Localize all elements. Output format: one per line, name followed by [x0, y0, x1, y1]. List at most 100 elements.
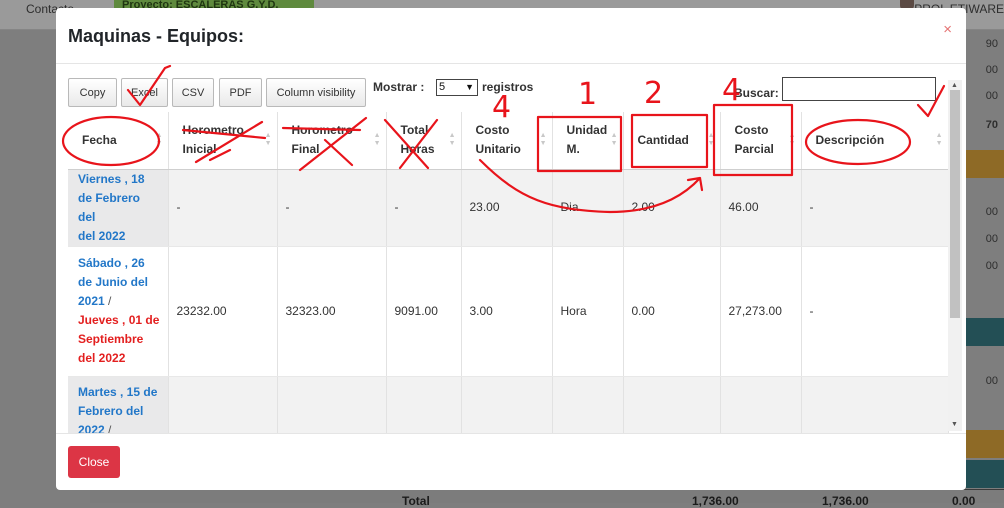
start-date: de Junio del: [78, 275, 149, 289]
background-value: 90: [985, 38, 998, 50]
total-horas-cell: -: [386, 169, 462, 247]
length-select[interactable]: 5 ▼: [436, 79, 478, 96]
modal-body: Copy Excel CSV PDF Column visibility Mos…: [56, 65, 966, 433]
descripcion-cell: -: [801, 246, 949, 377]
column-header-label: Costo: [734, 123, 769, 138]
horometro-inicial-cell: [168, 376, 278, 433]
background-value: 00: [985, 206, 998, 218]
scroll-up-icon[interactable]: ▲: [951, 82, 958, 89]
start-date: Febrero del: [78, 403, 144, 418]
background-teal-block: [966, 318, 1004, 346]
start-date: 2021: [78, 294, 105, 308]
column-header-cantidad[interactable]: Cantidad ▲ ▼: [623, 112, 721, 170]
column-header-label: Final: [291, 142, 320, 157]
search-input[interactable]: [782, 77, 936, 101]
close-button[interactable]: Close: [68, 446, 120, 478]
column-header-label: Horometro: [291, 123, 353, 138]
end-date: Jueves , 01 de: [78, 313, 160, 327]
sort-icon: ▲ ▼: [707, 132, 715, 148]
sort-icon: ▲ ▼: [448, 132, 456, 148]
background-total-label: Total: [402, 494, 430, 508]
horometro-inicial-cell: -: [168, 169, 278, 247]
background-value: 00: [985, 260, 998, 272]
column-header-descripcion[interactable]: Descripción ▲ ▼: [801, 112, 949, 170]
column-header-label: Parcial: [734, 142, 774, 157]
costo-parcial-cell: 27,273.00: [720, 246, 802, 377]
column-header-costo-unitario[interactable]: Costo Unitario ▲ ▼: [461, 112, 553, 170]
length-suffix: registros: [482, 80, 534, 94]
costo-parcial-cell: 46.00: [720, 169, 802, 247]
length-label: Mostrar :: [373, 80, 425, 94]
column-header-total-horas[interactable]: Total Horas ▲ ▼: [386, 112, 462, 170]
pdf-button[interactable]: PDF: [219, 78, 262, 107]
descripcion-cell: -: [801, 169, 949, 247]
background-total-row: Total 1,736.00 1,736.00 0.00: [90, 489, 1004, 508]
sort-icon: ▲ ▼: [373, 132, 381, 148]
column-header-horometro-final[interactable]: Horometro Final ▲ ▼: [277, 112, 387, 170]
modal-header: Maquinas - Equipos: ×: [56, 8, 966, 64]
excel-button[interactable]: Excel: [121, 78, 168, 107]
unidad-cell: [552, 376, 624, 433]
background-value: 00: [985, 90, 998, 102]
unidad-cell: Dia: [552, 169, 624, 247]
total-horas-cell: 9091.00: [386, 246, 462, 377]
sort-icon: ▲ ▼: [264, 132, 272, 148]
descripcion-cell: [801, 376, 949, 433]
scrollbar-thumb[interactable]: [950, 90, 960, 318]
cantidad-cell: 2.00: [623, 169, 721, 247]
table-scrollbar[interactable]: ▲ ▼: [948, 80, 962, 431]
maquinas-equipos-modal: Maquinas - Equipos: × Copy Excel CSV PDF…: [56, 8, 966, 490]
background-total-value: 1,736.00: [692, 494, 739, 508]
column-header-unidad[interactable]: Unidad M. ▲ ▼: [552, 112, 624, 170]
column-header-horometro-inicial[interactable]: Horometro Inicial ▲ ▼: [168, 112, 278, 170]
start-date: 2022: [78, 422, 105, 434]
sort-icon: ▲ ▼: [155, 132, 163, 148]
column-header-label: Cantidad: [637, 132, 689, 147]
start-date: de Febrero del: [78, 190, 141, 224]
csv-button[interactable]: CSV: [172, 78, 214, 107]
horometro-inicial-cell: 23232.00: [168, 246, 278, 377]
column-header-label: Descripción: [815, 132, 885, 147]
table-row[interactable]: Sábado , 26 de Junio del 2021 / Jueves ,…: [68, 246, 949, 377]
cantidad-cell: [623, 376, 721, 433]
costo-unitario-cell: [461, 376, 553, 433]
modal-footer: Close: [56, 433, 966, 490]
length-select-value: 5: [439, 81, 446, 93]
costo-unitario-cell: 3.00: [461, 246, 553, 377]
date-separator: /: [108, 294, 112, 308]
background-value: 00: [985, 64, 998, 76]
start-date: Martes , 15 de: [78, 384, 158, 399]
scroll-down-icon[interactable]: ▼: [951, 421, 958, 428]
column-header-costo-parcial[interactable]: Costo Parcial ▲ ▼: [720, 112, 802, 170]
column-visibility-button[interactable]: Column visibility: [266, 78, 366, 107]
column-header-label: M.: [566, 142, 580, 157]
date-cell: Martes , 15 de Febrero del 2022 /: [68, 376, 169, 434]
date-cell: Viernes , 18 de Febrero del del 2022: [68, 169, 169, 247]
modal-title: Maquinas - Equipos:: [68, 26, 245, 46]
sort-icon: ▲ ▼: [935, 132, 943, 148]
background-value: 70: [985, 119, 998, 131]
costo-parcial-cell: [720, 376, 802, 433]
end-date: del 2022: [78, 351, 126, 365]
search-label: Buscar:: [734, 86, 779, 100]
column-header-label: Horas: [400, 142, 435, 157]
table-row[interactable]: Martes , 15 de Febrero del 2022 /: [68, 376, 949, 434]
datatable-controls: Copy Excel CSV PDF Column visibility Mos…: [68, 77, 958, 107]
chevron-down-icon: ▼: [465, 82, 474, 92]
close-icon[interactable]: ×: [943, 22, 952, 37]
end-date: Septiembre: [78, 332, 144, 346]
date-separator: /: [108, 422, 112, 434]
table-row[interactable]: Viernes , 18 de Febrero del del 2022 - -…: [68, 169, 949, 247]
background-orange-block: [966, 430, 1004, 458]
background-teal-block: [966, 460, 1004, 488]
column-header-fecha[interactable]: Fecha ▲ ▼: [68, 112, 169, 170]
sort-icon: ▲ ▼: [539, 132, 547, 148]
table-scroll-area[interactable]: Fecha ▲ ▼ Horometro Inicial ▲ ▼ Horometro Fina…: [68, 112, 966, 433]
background-orange-block: [966, 150, 1004, 178]
copy-button[interactable]: Copy: [68, 78, 117, 107]
start-date: Sábado , 26: [78, 256, 145, 270]
sort-icon: ▲ ▼: [610, 132, 618, 148]
horometro-final-cell: 32323.00: [277, 246, 387, 377]
background-total-value: 1,736.00: [822, 494, 869, 508]
start-date: del 2022: [78, 228, 126, 243]
